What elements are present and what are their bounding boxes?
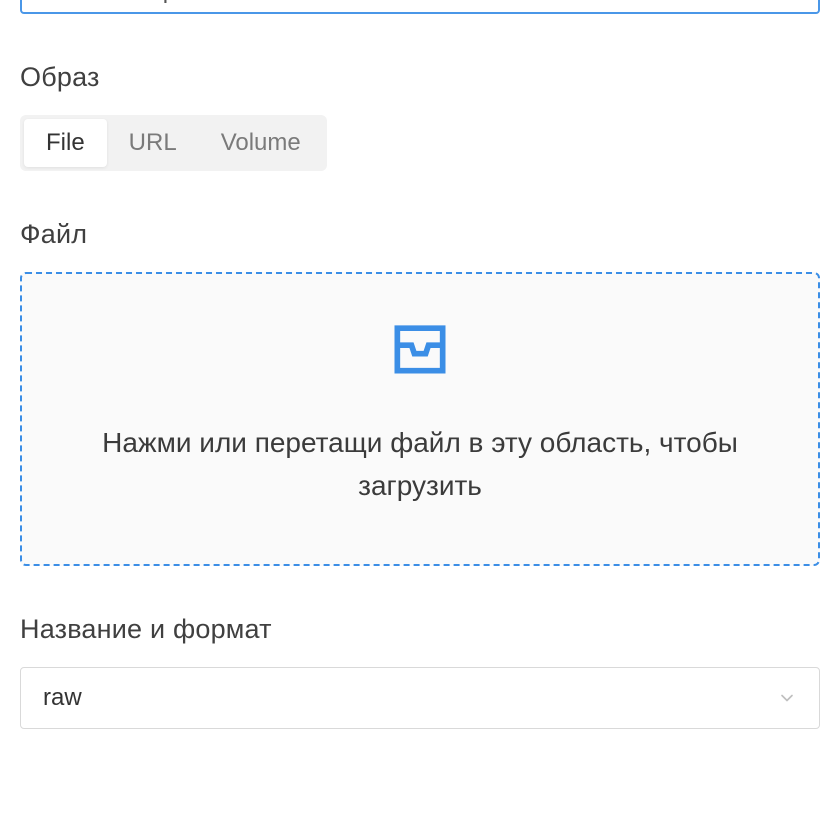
dropzone-text: Нажми или перетащи файл в эту область, ч… [52,421,788,508]
name-format-label: Название и формат [20,614,820,645]
format-select-value: raw [43,684,82,712]
name-input[interactable] [20,0,820,14]
image-source-tabs: File URL Volume [20,115,327,171]
file-dropzone[interactable]: Нажми или перетащи файл в эту область, ч… [20,272,820,566]
inbox-icon [386,314,454,387]
tab-volume[interactable]: Volume [199,119,323,167]
chevron-down-icon [777,688,797,708]
file-section-label: Файл [20,219,820,250]
tab-url[interactable]: URL [107,119,199,167]
image-section-label: Образ [20,62,820,93]
format-select[interactable]: raw [20,667,820,729]
tab-file[interactable]: File [24,119,107,167]
